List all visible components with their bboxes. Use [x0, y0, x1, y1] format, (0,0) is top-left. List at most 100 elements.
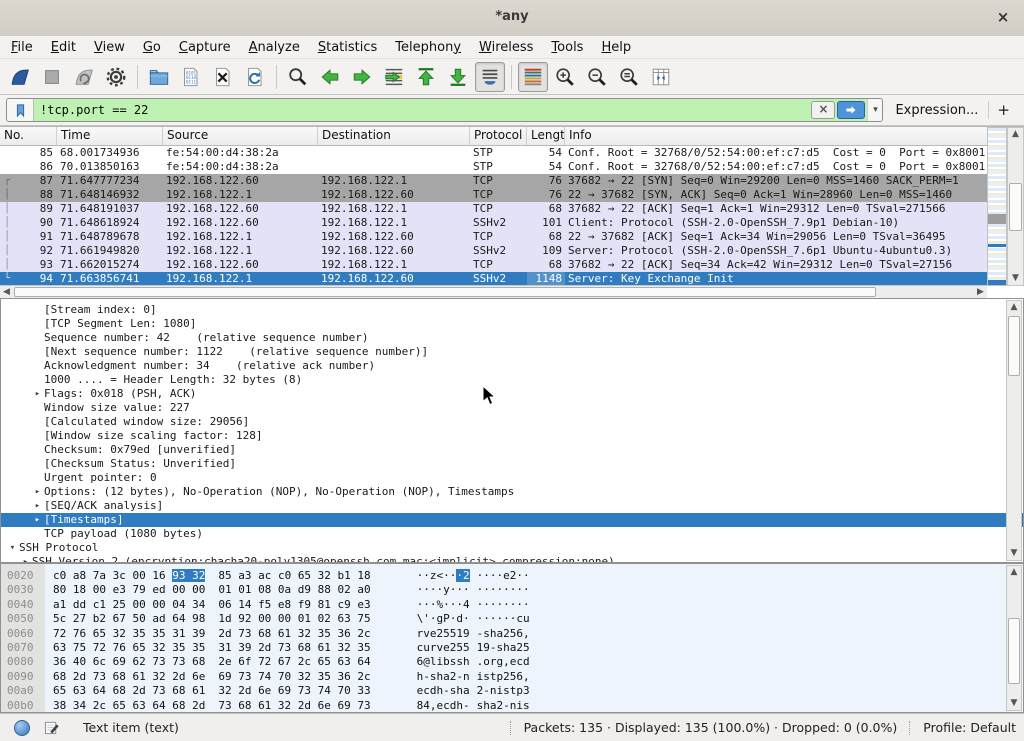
- go-first-button[interactable]: [411, 62, 441, 92]
- zoom-out-button[interactable]: [582, 62, 612, 92]
- detail-row[interactable]: ▸Flags: 0x018 (PSH, ACK): [1, 387, 1023, 401]
- scrollbar-thumb[interactable]: [1008, 316, 1020, 376]
- packet-list-hscrollbar[interactable]: ◀ ▶: [0, 285, 987, 298]
- column-header-info[interactable]: Info: [565, 127, 987, 145]
- packet-row-91[interactable]: │9171.648789678192.168.122.1192.168.122.…: [0, 230, 987, 244]
- packet-row-92[interactable]: │9271.661949820192.168.122.1192.168.122.…: [0, 244, 987, 258]
- restart-capture-button[interactable]: [69, 62, 99, 92]
- filter-bookmark-button[interactable]: [7, 99, 34, 121]
- scrollbar-thumb[interactable]: [1008, 618, 1020, 684]
- detail-row[interactable]: [Checksum Status: Unverified]: [1, 457, 1023, 471]
- display-filter-input[interactable]: [34, 100, 809, 120]
- filter-clear-button[interactable]: ×: [811, 101, 835, 119]
- close-file-button[interactable]: [208, 62, 238, 92]
- go-forward-button[interactable]: [347, 62, 377, 92]
- colorize-button[interactable]: [518, 62, 548, 92]
- zoom-in-button[interactable]: [550, 62, 580, 92]
- detail-row[interactable]: ▸[Timestamps]: [1, 513, 1024, 527]
- hex-row-0080[interactable]: 008036 40 6c 69 62 73 73 682e 6f 72 67 2…: [1, 655, 1023, 669]
- detail-row[interactable]: [Next sequence number: 1122 (relative se…: [1, 345, 1023, 359]
- open-file-button[interactable]: [144, 62, 174, 92]
- menu-tools[interactable]: Tools: [542, 38, 592, 57]
- hex-row-0090[interactable]: 009068 2d 73 68 61 32 2d 6e69 73 74 70 3…: [1, 670, 1023, 684]
- detail-row[interactable]: [Window size scaling factor: 128]: [1, 429, 1023, 443]
- packet-row-88[interactable]: │8871.648146932192.168.122.1192.168.122.…: [0, 188, 987, 202]
- scrollbar-thumb[interactable]: [1009, 183, 1022, 231]
- column-header-protocol[interactable]: Protocol: [470, 127, 527, 145]
- hex-row-00a0[interactable]: 00a065 63 64 68 2d 73 68 6132 2d 6e 69 7…: [1, 684, 1023, 698]
- hex-row-0020[interactable]: 0020c0 a8 7a 3c 00 16 93 3285 a3 ac c0 6…: [1, 569, 1023, 583]
- hex-row-0050[interactable]: 00505c 27 b2 67 50 ad 64 981d 92 00 00 0…: [1, 612, 1023, 626]
- scroll-down-arrow-icon[interactable]: ▼: [1007, 547, 1021, 560]
- stop-capture-button[interactable]: [37, 62, 67, 92]
- expand-arrow-icon[interactable]: ▸: [31, 387, 44, 401]
- packet-row-85[interactable]: 8568.001734936fe:54:00:d4:38:2aSTP54Conf…: [0, 146, 987, 160]
- packet-row-86[interactable]: 8670.013850163fe:54:00:d4:38:2aSTP54Conf…: [0, 160, 987, 174]
- expand-arrow-icon[interactable]: ▸: [31, 499, 44, 513]
- profile-button[interactable]: Profile: Default: [923, 720, 1016, 735]
- detail-row[interactable]: ▸[SEQ/ACK analysis]: [1, 499, 1023, 513]
- hex-row-0060[interactable]: 006072 76 65 32 35 35 31 392d 73 68 61 3…: [1, 627, 1023, 641]
- detail-row[interactable]: Urgent pointer: 0: [1, 471, 1023, 485]
- menu-analyze[interactable]: Analyze: [240, 38, 309, 57]
- detail-row[interactable]: TCP payload (1080 bytes): [1, 527, 1023, 541]
- detail-row[interactable]: 1000 .... = Header Length: 32 bytes (8): [1, 373, 1023, 387]
- menu-view[interactable]: View: [85, 38, 134, 57]
- detail-row[interactable]: Checksum: 0x79ed [unverified]: [1, 443, 1023, 457]
- filter-apply-button[interactable]: [837, 101, 865, 119]
- add-filter-button[interactable]: +: [997, 101, 1010, 119]
- scroll-down-arrow-icon[interactable]: ▼: [1007, 697, 1021, 710]
- detail-row[interactable]: Window size value: 227: [1, 401, 1023, 415]
- expand-arrow-icon[interactable]: ▾: [6, 541, 19, 555]
- scroll-up-arrow-icon[interactable]: ▲: [1008, 128, 1023, 141]
- packet-row-90[interactable]: │9071.648618924192.168.122.60192.168.122…: [0, 216, 987, 230]
- column-header-no[interactable]: No.: [0, 127, 57, 145]
- menu-help[interactable]: Help: [592, 38, 640, 57]
- scroll-up-arrow-icon[interactable]: ▲: [1007, 301, 1021, 314]
- start-capture-button[interactable]: [5, 62, 35, 92]
- bytes-vscrollbar[interactable]: ▲ ▼: [1006, 565, 1022, 711]
- menu-telephony[interactable]: Telephony: [386, 38, 470, 57]
- scroll-right-arrow-icon[interactable]: ▶: [974, 286, 987, 298]
- auto-scroll-button[interactable]: [475, 62, 505, 92]
- go-back-button[interactable]: [315, 62, 345, 92]
- filter-dropdown-caret[interactable]: ▾: [867, 99, 882, 121]
- hex-row-0040[interactable]: 0040a1 dd c1 25 00 00 04 3406 14 f5 e8 f…: [1, 598, 1023, 612]
- find-packet-button[interactable]: [283, 62, 313, 92]
- detail-row[interactable]: ▸Options: (12 bytes), No-Operation (NOP)…: [1, 485, 1023, 499]
- zoom-original-button[interactable]: [614, 62, 644, 92]
- packet-row-87[interactable]: ┌8771.647777234192.168.122.60192.168.122…: [0, 174, 987, 188]
- packet-list-vscrollbar[interactable]: ▲ ▼: [1007, 127, 1024, 286]
- column-header-source[interactable]: Source: [163, 127, 318, 145]
- menu-edit[interactable]: Edit: [42, 38, 85, 57]
- detail-row[interactable]: ▾SSH Protocol: [1, 541, 1023, 555]
- menu-wireless[interactable]: Wireless: [470, 38, 542, 57]
- packet-row-94[interactable]: └9471.663856741192.168.122.1192.168.122.…: [0, 272, 987, 286]
- detail-row[interactable]: Acknowledgment number: 34 (relative ack …: [1, 359, 1023, 373]
- detail-row[interactable]: Sequence number: 42 (relative sequence n…: [1, 331, 1023, 345]
- menu-capture[interactable]: Capture: [170, 38, 240, 57]
- detail-vscrollbar[interactable]: ▲ ▼: [1006, 300, 1022, 561]
- expand-arrow-icon[interactable]: ▸: [19, 555, 32, 563]
- capture-options-button[interactable]: [101, 62, 131, 92]
- hex-row-00b0[interactable]: 00b038 34 2c 65 63 64 68 2d73 68 61 32 2…: [1, 699, 1023, 713]
- packet-row-89[interactable]: │8971.648191037192.168.122.60192.168.122…: [0, 202, 987, 216]
- detail-row[interactable]: [Stream index: 0]: [1, 303, 1023, 317]
- hex-row-0030[interactable]: 003080 18 00 e3 79 ed 00 0001 01 08 0a d…: [1, 583, 1023, 597]
- go-to-packet-button[interactable]: [379, 62, 409, 92]
- save-file-button[interactable]: 010101100111: [176, 62, 206, 92]
- expression-button[interactable]: Expression...: [895, 103, 978, 118]
- packet-row-93[interactable]: │9371.662015274192.168.122.60192.168.122…: [0, 258, 987, 272]
- scrollbar-thumb[interactable]: [14, 287, 876, 297]
- menu-statistics[interactable]: Statistics: [309, 38, 386, 57]
- detail-row[interactable]: [TCP Segment Len: 1080]: [1, 317, 1023, 331]
- menu-file[interactable]: File: [2, 38, 42, 57]
- detail-row[interactable]: ▸SSH Version 2 (encryption:chacha20-poly…: [1, 555, 1023, 563]
- detail-row[interactable]: [Calculated window size: 29056]: [1, 415, 1023, 429]
- scroll-down-arrow-icon[interactable]: ▼: [1008, 272, 1023, 285]
- column-header-length[interactable]: Length: [527, 127, 565, 145]
- scroll-left-arrow-icon[interactable]: ◀: [0, 286, 13, 298]
- expert-info-icon[interactable]: [14, 720, 30, 736]
- capture-comment-icon[interactable]: [44, 720, 59, 735]
- resize-columns-button[interactable]: [646, 62, 676, 92]
